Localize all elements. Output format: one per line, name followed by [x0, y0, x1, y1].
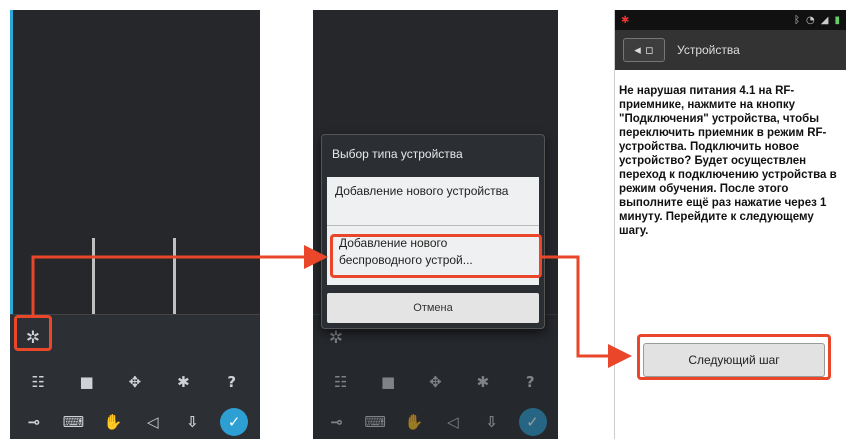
wifi-icon: ◔	[806, 14, 815, 26]
keyboard-icon[interactable]: ⌨	[61, 411, 85, 433]
action-bar: ◂ ▫ Устройства	[615, 30, 846, 70]
highlight-next-button	[637, 334, 831, 380]
highlight-wireless-option	[330, 234, 542, 278]
pan-icon[interactable]: ✥	[123, 371, 147, 393]
volume-icon[interactable]: ◁	[141, 411, 165, 433]
status-bar: ✱ ᛒ ◔ ◢ ▮	[615, 10, 846, 30]
key-icon[interactable]: ⊸	[22, 411, 46, 433]
toolbar-row-top: ☷ ■ ✥ ✱ ?	[10, 367, 260, 397]
signal-icon: ◢	[820, 14, 829, 26]
divider-line	[173, 238, 176, 320]
dialog-title: Выбор типа устройства	[332, 147, 463, 161]
hand-icon[interactable]: ✋	[101, 411, 125, 433]
key-icon: ⊸	[330, 413, 343, 431]
back-button[interactable]: ◂ ▫	[623, 38, 665, 62]
notification-icon: ✱	[621, 14, 630, 26]
table-icon: ☷	[333, 373, 348, 391]
toolbar-row-top: ☷ ■ ✥ ✱ ?	[313, 367, 558, 397]
battery-icon: ▮	[834, 14, 840, 26]
screen-remote-panel: ✲ ☷ ■ ✥ ✱ ? ⊸ ⌨ ✋ ◁ ⇩ ✓	[10, 10, 260, 439]
help-icon[interactable]: ?	[220, 371, 244, 393]
toolbar: ✲ ☷ ■ ✥ ✱ ? ⊸ ⌨ ✋ ◁ ⇩ ✓	[313, 314, 558, 439]
instruction-text: Не нарушая питания 4.1 на RF-приемнике, …	[619, 85, 837, 237]
table-icon[interactable]: ☷	[26, 371, 50, 393]
gear-icon[interactable]: ✱	[171, 371, 195, 393]
toolbar-row-bottom: ⊸ ⌨ ✋ ◁ ⇩ ✓	[10, 407, 260, 437]
ok-icon: ✓	[518, 408, 547, 436]
pin-icon: ⇩	[485, 413, 498, 431]
device-type-dialog: Выбор типа устройства Добавление нового …	[321, 134, 545, 329]
help-icon: ?	[525, 373, 535, 391]
volume-icon: ◁	[447, 413, 459, 431]
option-divider	[327, 225, 539, 226]
ok-icon[interactable]: ✓	[220, 408, 249, 436]
screen-device-type-panel: ✲ ☷ ■ ✥ ✱ ? ⊸ ⌨ ✋ ◁ ⇩ ✓ Выбор типа устро…	[313, 10, 558, 439]
bluetooth-icon: ᛒ	[794, 14, 801, 26]
pin-icon[interactable]: ⇩	[180, 411, 204, 433]
keyboard-icon: ⌨	[364, 413, 387, 431]
toolbar-row-bottom: ⊸ ⌨ ✋ ◁ ⇩ ✓	[313, 407, 558, 437]
pan-icon: ✥	[429, 373, 442, 391]
workspace-area	[10, 10, 260, 315]
cancel-button[interactable]: Отмена	[327, 293, 539, 323]
hand-icon: ✋	[404, 413, 424, 431]
highlight-gear	[14, 315, 52, 351]
square-icon[interactable]: ■	[75, 371, 99, 393]
square-icon: ■	[380, 373, 396, 391]
gear-icon: ✱	[476, 373, 490, 391]
option-new-device[interactable]: Добавление нового устройства	[335, 183, 531, 200]
divider-line	[92, 238, 95, 320]
page-title: Устройства	[677, 43, 740, 57]
